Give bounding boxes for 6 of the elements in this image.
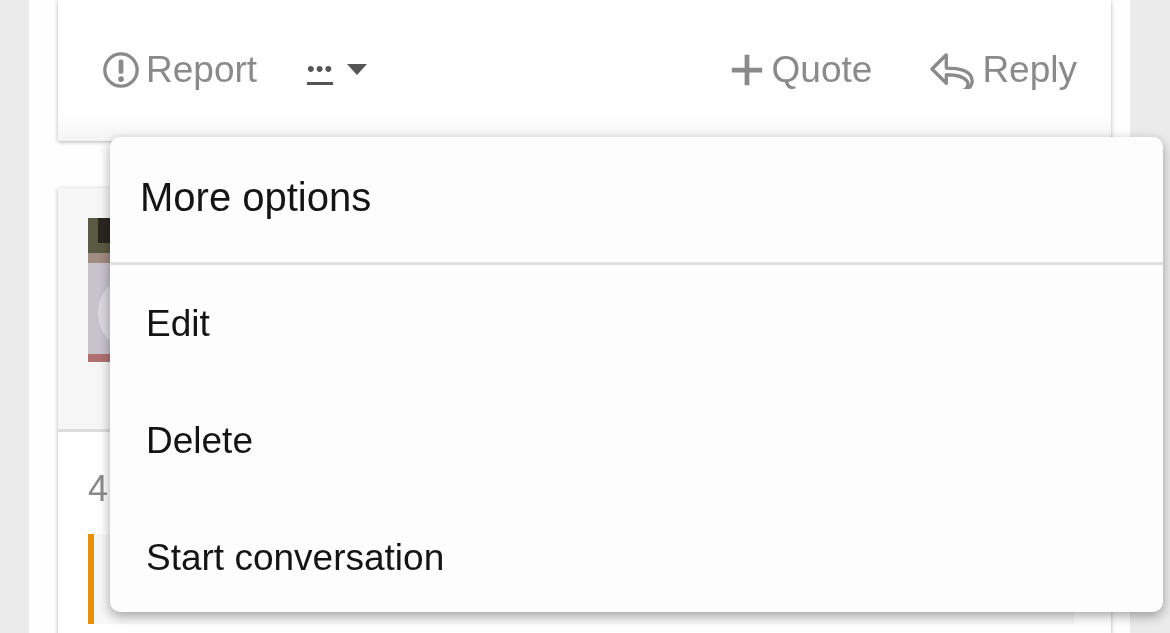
- menu-title: More options: [110, 137, 1163, 265]
- menu-item[interactable]: Start conversation: [110, 499, 1163, 612]
- post-number: 4: [88, 468, 109, 509]
- more-options-button[interactable]: •••: [307, 55, 368, 85]
- menu-item[interactable]: Edit: [110, 265, 1163, 382]
- menu-item[interactable]: Delete: [110, 382, 1163, 499]
